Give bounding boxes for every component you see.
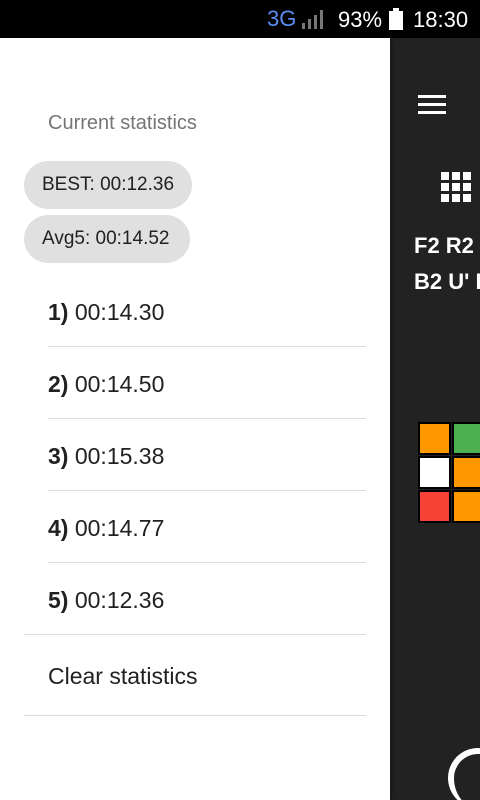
- time-index: 3): [48, 443, 69, 469]
- timer-digit-partial: [448, 748, 480, 800]
- time-value: 00:14.77: [74, 515, 165, 541]
- cube-cell: [418, 490, 451, 523]
- times-list: 1) 00:14.30 2) 00:14.50 3) 00:15.38 4) 0…: [48, 275, 366, 635]
- cube-cell: [418, 456, 451, 489]
- cube-preview: [418, 422, 480, 523]
- battery-icon: [389, 8, 403, 30]
- network-type: 3G: [267, 6, 297, 31]
- time-row[interactable]: 3) 00:15.38: [48, 419, 366, 491]
- time-index: 2): [48, 371, 69, 397]
- time-index: 1): [48, 299, 69, 325]
- cube-cell: [452, 490, 480, 523]
- time-index: 4): [48, 515, 69, 541]
- time-row[interactable]: 4) 00:14.77: [48, 491, 366, 563]
- battery-percent: 93%: [338, 7, 383, 32]
- statistics-drawer: Current statistics BEST: 00:12.36 Avg5: …: [0, 38, 390, 800]
- time-index: 5): [48, 587, 69, 613]
- scramble-line-2: B2 U' I: [414, 269, 480, 294]
- timer-screen: F2 R2 B2 U' I: [390, 38, 480, 800]
- clear-statistics-button[interactable]: Clear statistics: [48, 663, 198, 690]
- scramble-line-1: F2 R2: [414, 233, 474, 258]
- time-value: 00:14.50: [74, 371, 165, 397]
- divider: [24, 715, 366, 716]
- hamburger-menu-icon[interactable]: [418, 95, 446, 115]
- average-5-chip: Avg5: 00:14.52: [24, 215, 190, 263]
- divider: [24, 634, 366, 635]
- time-value: 00:14.30: [74, 299, 165, 325]
- time-row[interactable]: 1) 00:14.30: [48, 275, 366, 347]
- time-value: 00:12.36: [74, 587, 165, 613]
- time-row[interactable]: 5) 00:12.36: [48, 563, 366, 635]
- cube-cell: [418, 422, 451, 455]
- cube-cell: [452, 422, 480, 455]
- signal-icon: [302, 10, 323, 29]
- section-title: Current statistics: [48, 112, 197, 134]
- puzzle-select-icon[interactable]: [441, 172, 471, 202]
- best-time-chip: BEST: 00:12.36: [24, 161, 192, 209]
- time-row[interactable]: 2) 00:14.50: [48, 347, 366, 419]
- cube-cell: [452, 456, 480, 489]
- clock: 18:30: [413, 7, 469, 32]
- status-bar: 3G 93% 18:30: [0, 0, 480, 38]
- scramble-text: F2 R2 B2 U' I: [414, 228, 480, 300]
- time-value: 00:15.38: [74, 443, 165, 469]
